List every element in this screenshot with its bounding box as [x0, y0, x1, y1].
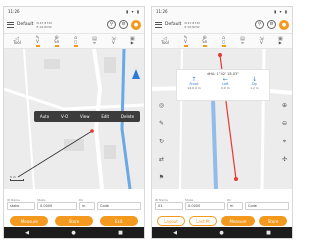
tool-1[interactable]: ◁ Tool	[161, 37, 169, 45]
status-icons: ▮ ▾ ▮	[274, 9, 288, 14]
pen-icon[interactable]: ✎	[157, 119, 166, 128]
home-icon[interactable]: ●	[71, 230, 75, 236]
nav-left: ← Left 0.0 m	[221, 76, 230, 91]
exit-button[interactable]: Exit	[99, 216, 138, 226]
job-title[interactable]: Default	[17, 22, 33, 27]
dir-field: Dir m	[227, 198, 243, 210]
map-toolbar: ◁ Tool ✎ V ⊕ Sn ⌂ ◻ ▤ ≡ ⇲ V ▣ ▶	[152, 34, 292, 49]
user-avatar[interactable]: ●	[279, 19, 289, 30]
map-view[interactable]: Auto V-O View Edit Delete 5 m	[4, 49, 144, 189]
menu-icon[interactable]	[7, 21, 14, 28]
position-readout: N 47.8732 E 16.8232	[184, 21, 252, 29]
top-bar: Default N 47.8732 E 16.8232 ⚲ ⚙ ●	[152, 16, 292, 34]
settings-icon[interactable]: ⚙	[267, 20, 276, 29]
code-field: Code	[97, 202, 141, 210]
tool-4[interactable]: ⌂ ◻	[73, 35, 78, 47]
status-time: 11:26	[156, 9, 168, 14]
status-time: 11:26	[8, 9, 20, 14]
search-icon[interactable]: ⚲	[107, 20, 116, 29]
map-toolbar: ◁ Tool ✎ V ⊕ Sn ⌂ ◻ ▤ ≡ ⇲ V ▣ ▶	[4, 34, 144, 49]
position-readout: N 47.8732 E 16.8232	[36, 21, 104, 29]
stake-field: Stake 0.0000	[185, 198, 225, 210]
tool-1[interactable]: ◁ Tool	[13, 37, 21, 45]
tool-7[interactable]: ▣ ▶	[278, 37, 283, 45]
top-bar: Default N 47.8732 E 16.8232 ⚲ ⚙ ●	[4, 16, 144, 34]
zoom-out-icon[interactable]: ⊖	[280, 119, 289, 128]
nav-depth: ↓ Dp 1.2 m	[250, 76, 259, 91]
back-icon[interactable]: ◀	[173, 230, 177, 236]
phone-screen-left: 11:26 ▮ ▾ ▮ Default N 47.8732 E 16.8232 …	[3, 6, 145, 239]
measure-button[interactable]: Measure	[10, 216, 49, 226]
map-scale: 5 m	[10, 175, 24, 181]
code-field: Code	[245, 202, 289, 210]
right-map-controls: ⊕ ⊖ ⌖ ✣	[280, 101, 289, 164]
status-bar: 11:26 ▮ ▾ ▮	[152, 7, 292, 16]
user-avatar[interactable]: ●	[131, 19, 141, 30]
tool-3[interactable]: ⊕ Sn	[54, 35, 59, 47]
popup-delete[interactable]: Delete	[121, 114, 134, 119]
left-map-controls: ◎ ✎ ↻ ⇄ ⚑	[157, 101, 166, 182]
phone-screen-right: 11:26 ▮ ▾ ▮ Default N 47.8732 E 16.8232 …	[151, 6, 293, 239]
measure-button[interactable]: Measure	[221, 216, 255, 226]
tool-2[interactable]: ✎ V	[183, 35, 188, 47]
popup-view[interactable]: View	[80, 114, 90, 119]
home-icon[interactable]: ●	[219, 230, 223, 236]
android-nav-bar: ◀ ● ■	[152, 227, 292, 238]
stake-input[interactable]: 0.0000	[37, 202, 77, 210]
coord-east: E 16.8232	[184, 24, 200, 29]
stake-form: ID Name 01 Stake 0.0000 Dir m Code	[152, 189, 292, 213]
code-input[interactable]: Code	[97, 202, 141, 210]
rotate-icon[interactable]: ↻	[157, 137, 166, 146]
nav-front: ↑ Front 14.0.4 m	[187, 76, 201, 91]
stake-field: Stake 0.0000	[37, 198, 77, 210]
last-point-button[interactable]: Last Pt	[189, 216, 217, 226]
screenshot-root: 11:26 ▮ ▾ ▮ Default N 47.8732 E 16.8232 …	[0, 0, 294, 243]
id-field: ID Name stake	[7, 198, 35, 210]
coord-east: E 16.8232	[36, 24, 52, 29]
tool-5[interactable]: ▤ ≡	[92, 37, 97, 45]
store-button[interactable]: Store	[54, 216, 93, 226]
store-button[interactable]: Store	[259, 216, 287, 226]
tool-7[interactable]: ▣ ▶	[130, 37, 135, 45]
settings-icon[interactable]: ⚙	[119, 20, 128, 29]
zoom-in-icon[interactable]: ⊕	[280, 101, 289, 110]
map-view[interactable]: dHA: 1°42' 18.03" ↑ Front 14.0.4 m ← Lef…	[152, 49, 292, 189]
stake-form: ID Name stake Stake 0.0000 Dir m Code	[4, 189, 144, 213]
object-action-popup: Auto V-O View Edit Delete	[34, 111, 140, 122]
menu-icon[interactable]	[155, 21, 162, 28]
id-input[interactable]: stake	[7, 202, 35, 210]
stakeout-nav-panel: dHA: 1°42' 18.03" ↑ Front 14.0.4 m ← Lef…	[176, 69, 270, 101]
job-title[interactable]: Default	[165, 22, 181, 27]
dir-select[interactable]: m	[79, 202, 95, 210]
tool-6[interactable]: ⇲ V	[259, 37, 263, 45]
dir-field: Dir m	[79, 198, 95, 210]
popup-vo[interactable]: V-O	[61, 114, 68, 119]
swap-icon[interactable]: ⇄	[157, 155, 166, 164]
popup-auto[interactable]: Auto	[40, 114, 49, 119]
tool-5[interactable]: ▤ ≡	[240, 37, 245, 45]
compass-icon[interactable]: ✣	[280, 155, 289, 164]
tool-4[interactable]: ⌂ ◻	[221, 35, 226, 47]
android-nav-bar: ◀ ● ■	[4, 227, 144, 238]
dir-select[interactable]: m	[227, 202, 243, 210]
stake-input[interactable]: 0.0000	[185, 202, 225, 210]
tool-3[interactable]: ⊕ Sn	[202, 35, 207, 47]
recents-icon[interactable]: ■	[118, 230, 123, 236]
id-input[interactable]: 01	[155, 202, 183, 210]
tool-6[interactable]: ⇲ V	[111, 37, 115, 45]
search-icon[interactable]: ⚲	[255, 20, 264, 29]
locate-icon[interactable]: ◎	[157, 101, 166, 110]
code-input[interactable]: Code	[245, 202, 289, 210]
status-bar: 11:26 ▮ ▾ ▮	[4, 7, 144, 16]
tool-2[interactable]: ✎ V	[35, 35, 40, 47]
recents-icon[interactable]: ■	[266, 230, 271, 236]
layout-button[interactable]: Layout	[157, 216, 185, 226]
flag-icon[interactable]: ⚑	[157, 173, 166, 182]
id-field: ID Name 01	[155, 198, 183, 210]
status-icons: ▮ ▾ ▮	[126, 9, 140, 14]
back-icon[interactable]: ◀	[25, 230, 29, 236]
popup-edit[interactable]: Edit	[101, 114, 109, 119]
fit-icon[interactable]: ⌖	[280, 137, 289, 146]
